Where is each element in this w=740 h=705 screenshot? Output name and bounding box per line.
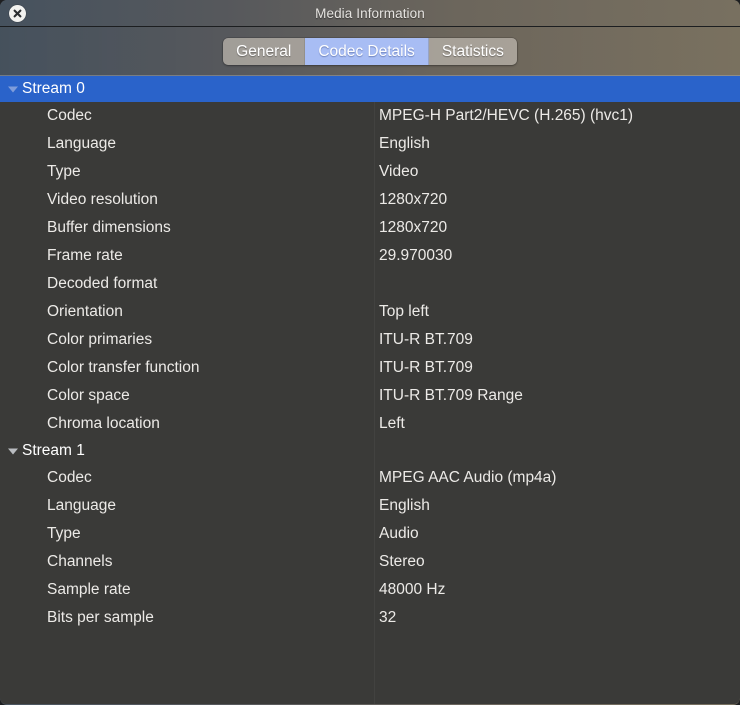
- table-row[interactable]: Decoded format: [0, 270, 740, 298]
- row-key: Codec: [0, 469, 374, 487]
- table-row[interactable]: Color space ITU-R BT.709 Range: [0, 382, 740, 410]
- row-key: Color transfer function: [0, 359, 374, 377]
- table-row[interactable]: Color primaries ITU-R BT.709: [0, 326, 740, 354]
- table-row[interactable]: Type Audio: [0, 520, 740, 548]
- row-value: ITU-R BT.709 Range: [374, 387, 523, 405]
- row-key: Color primaries: [0, 331, 374, 349]
- tab-codec-details[interactable]: Codec Details: [305, 38, 429, 65]
- row-value: English: [374, 497, 430, 515]
- row-value: Audio: [374, 525, 419, 543]
- row-key: Codec: [0, 107, 374, 125]
- row-value: English: [374, 135, 430, 153]
- group-row-stream-0[interactable]: Stream 0: [0, 76, 740, 102]
- row-value: Video: [374, 163, 418, 181]
- row-key: Language: [0, 135, 374, 153]
- tab-group: General Codec Details Statistics: [223, 38, 517, 65]
- table-row[interactable]: Type Video: [0, 158, 740, 186]
- table-row[interactable]: Sample rate 48000 Hz: [0, 576, 740, 604]
- row-key: Frame rate: [0, 247, 374, 265]
- row-key: Language: [0, 497, 374, 515]
- table-row[interactable]: Language English: [0, 492, 740, 520]
- row-key: Type: [0, 163, 374, 181]
- row-value: 29.970030: [374, 247, 452, 265]
- tab-bar: General Codec Details Statistics: [0, 27, 740, 76]
- window-title: Media Information: [315, 6, 425, 21]
- row-key: Chroma location: [0, 415, 374, 433]
- row-value: 48000 Hz: [374, 581, 445, 599]
- row-value: 1280x720: [374, 219, 447, 237]
- media-information-window: Media Information General Codec Details …: [0, 0, 740, 705]
- row-key: Type: [0, 525, 374, 543]
- row-key: Color space: [0, 387, 374, 405]
- table-row[interactable]: Orientation Top left: [0, 298, 740, 326]
- row-key: Orientation: [0, 303, 374, 321]
- table-row[interactable]: Channels Stereo: [0, 548, 740, 576]
- table-row[interactable]: Language English: [0, 130, 740, 158]
- row-key: Sample rate: [0, 581, 374, 599]
- table-row[interactable]: Chroma location Left: [0, 410, 740, 438]
- table-row[interactable]: Frame rate 29.970030: [0, 242, 740, 270]
- row-value: MPEG-H Part2/HEVC (H.265) (hvc1): [374, 107, 633, 125]
- row-value: Top left: [374, 303, 429, 321]
- row-key: Bits per sample: [0, 609, 374, 627]
- table-row[interactable]: Video resolution 1280x720: [0, 186, 740, 214]
- row-key: Decoded format: [0, 275, 374, 293]
- table-row[interactable]: Color transfer function ITU-R BT.709: [0, 354, 740, 382]
- row-key: Channels: [0, 553, 374, 571]
- triangle-down-icon[interactable]: [7, 84, 18, 95]
- row-value: ITU-R BT.709: [374, 359, 473, 377]
- row-value: Stereo: [374, 553, 425, 571]
- row-value: MPEG AAC Audio (mp4a): [374, 469, 556, 487]
- row-value: ITU-R BT.709: [374, 331, 473, 349]
- row-value: 1280x720: [374, 191, 447, 209]
- group-row-stream-1[interactable]: Stream 1: [0, 438, 740, 464]
- row-value: Left: [374, 415, 405, 433]
- tab-general[interactable]: General: [223, 38, 305, 65]
- table-row[interactable]: Bits per sample 32: [0, 604, 740, 632]
- table-row[interactable]: Buffer dimensions 1280x720: [0, 214, 740, 242]
- codec-details-table: Stream 0 Codec MPEG-H Part2/HEVC (H.265)…: [0, 76, 740, 704]
- row-key: Video resolution: [0, 191, 374, 209]
- table-row[interactable]: Codec MPEG AAC Audio (mp4a): [0, 464, 740, 492]
- tab-statistics[interactable]: Statistics: [429, 38, 517, 65]
- window-titlebar: Media Information: [0, 0, 740, 27]
- close-icon[interactable]: [9, 5, 26, 22]
- row-value: 32: [374, 609, 396, 627]
- triangle-down-icon[interactable]: [7, 446, 18, 457]
- table-row[interactable]: Codec MPEG-H Part2/HEVC (H.265) (hvc1): [0, 102, 740, 130]
- row-key: Buffer dimensions: [0, 219, 374, 237]
